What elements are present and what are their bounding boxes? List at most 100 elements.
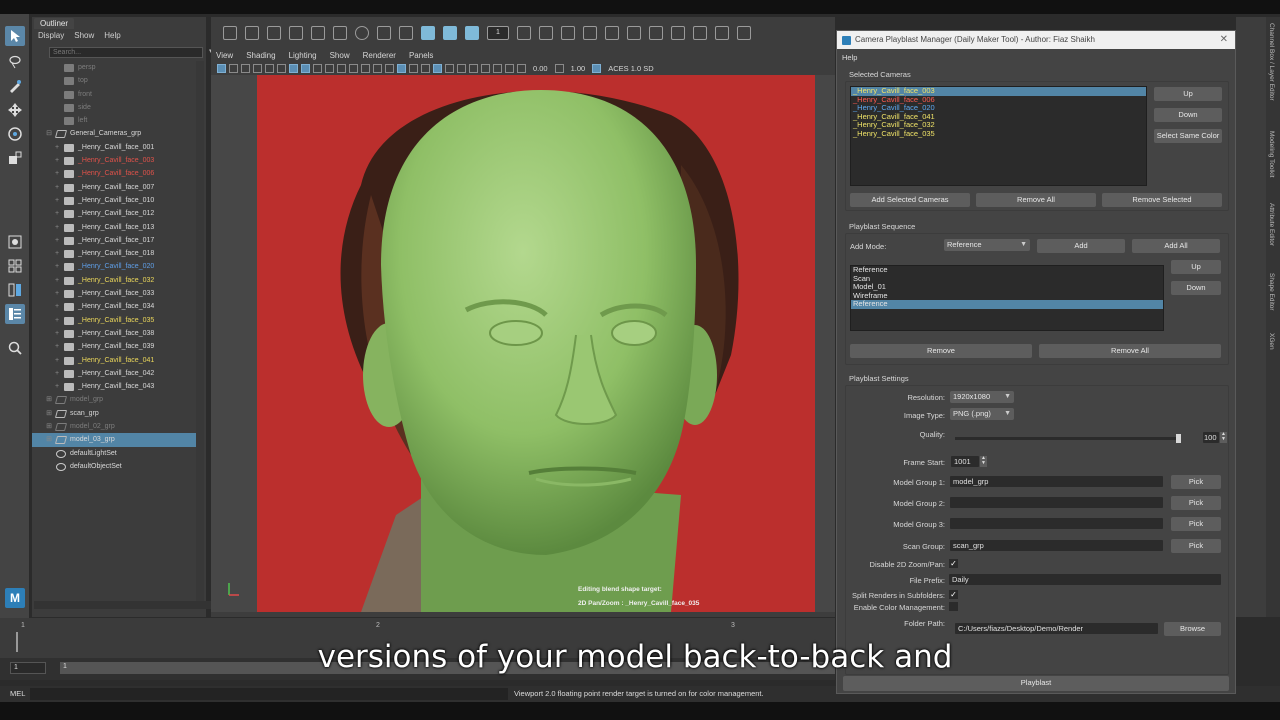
outliner-item[interactable]: + _Henry_Cavill_face_042 [32, 367, 196, 380]
antialias-icon[interactable] [457, 64, 466, 73]
key-right-icon[interactable] [737, 26, 751, 40]
scissors-icon[interactable] [517, 26, 531, 40]
prev-key-icon[interactable] [671, 26, 685, 40]
add-button[interactable]: Add [1037, 239, 1125, 253]
single-view-icon[interactable] [5, 232, 25, 252]
sequence-remove-button[interactable]: Remove [850, 344, 1032, 358]
2d-pan-icon[interactable] [265, 64, 274, 73]
outliner-item[interactable]: + _Henry_Cavill_face_034 [32, 300, 196, 313]
menu-panels[interactable]: Panels [409, 51, 433, 60]
outliner-item[interactable]: ⊞ scan_grp [32, 407, 196, 420]
camera-down-button[interactable]: Down [1154, 108, 1222, 122]
dialog-titlebar[interactable]: Camera Playblast Manager (Daily Maker To… [837, 31, 1235, 49]
frame-start-spinner[interactable]: ▲ ▼ [980, 456, 987, 467]
expand-icon[interactable]: + [53, 234, 61, 247]
outliner-item[interactable]: + _Henry_Cavill_face_033 [32, 287, 196, 300]
camera-attr-icon[interactable] [229, 64, 238, 73]
expand-icon[interactable]: + [53, 274, 61, 287]
search-input[interactable]: Search... [49, 47, 203, 58]
lights-icon[interactable] [421, 64, 430, 73]
ghost-icon[interactable] [443, 26, 457, 40]
exposure-value[interactable]: 0.00 [533, 64, 548, 73]
command-input[interactable] [30, 688, 508, 700]
split-renders-checkbox[interactable]: ✓ [949, 590, 958, 599]
key-left-icon[interactable] [715, 26, 729, 40]
expand-icon[interactable]: + [53, 154, 61, 167]
outliner-item[interactable]: front [32, 88, 196, 101]
polygon-icon[interactable] [399, 26, 413, 40]
menu-renderer[interactable]: Renderer [363, 51, 396, 60]
select-camera-icon[interactable] [217, 64, 226, 73]
four-view-icon[interactable] [5, 256, 25, 276]
close-icon[interactable]: ✕ [1220, 31, 1228, 49]
outliner-item[interactable]: ⊟ General_Cameras_grp [32, 127, 196, 140]
selected-cameras-list[interactable]: _Henry_Cavill_face_003 _Henry_Cavill_face… [850, 86, 1147, 186]
color-management-checkbox[interactable] [949, 602, 958, 611]
outliner-item[interactable]: ⊞ model_02_grp [32, 420, 196, 433]
expand-icon[interactable]: + [53, 327, 61, 340]
sequence-list-item[interactable]: Reference [851, 300, 1163, 309]
tab-channel-box[interactable]: Channel Box / Layer Editor [1268, 23, 1275, 101]
text-icon[interactable] [289, 26, 303, 40]
paste-icon[interactable] [627, 26, 641, 40]
sequence-list-item[interactable]: Wireframe [851, 291, 1163, 301]
outliner-item[interactable]: + _Henry_Cavill_face_017 [32, 234, 196, 247]
menu-help[interactable]: Help [104, 31, 120, 40]
paint-select-icon[interactable] [5, 76, 25, 96]
sequence-list[interactable]: Reference Scan Model_01 Wireframe Reference [850, 265, 1164, 331]
exposure-icon[interactable] [517, 64, 526, 73]
image-type-dropdown[interactable]: PNG (.png) ▼ [950, 408, 1014, 420]
sequence-list-item[interactable]: Reference [851, 265, 1163, 275]
eraser-icon[interactable] [267, 26, 281, 40]
quality-slider[interactable] [955, 434, 1181, 443]
safe-action-icon[interactable] [349, 64, 358, 73]
bookmark-icon[interactable] [241, 64, 250, 73]
remove-all-cameras-button[interactable]: Remove All [976, 193, 1096, 207]
frame-start-field[interactable]: 1001 [951, 456, 979, 467]
expand-icon[interactable]: + [53, 367, 61, 380]
expand-icon[interactable]: + [53, 314, 61, 327]
remove-selected-button[interactable]: Remove Selected [1102, 193, 1222, 207]
outliner-item[interactable]: ⊞ model_03_grp [32, 433, 196, 447]
outliner-layout-icon[interactable] [5, 304, 25, 324]
expand-icon[interactable]: + [53, 181, 61, 194]
outliner-hscrollbar[interactable] [34, 601, 226, 609]
outliner-item[interactable]: + _Henry_Cavill_face_039 [32, 340, 196, 353]
safe-title-icon[interactable] [361, 64, 370, 73]
playblast-button[interactable]: Playblast [843, 676, 1229, 691]
outliner-item[interactable]: + _Henry_Cavill_face_043 [32, 380, 196, 393]
wireframe-icon[interactable] [373, 64, 382, 73]
rectangle-icon[interactable] [377, 26, 391, 40]
delete-frame-icon[interactable] [583, 26, 597, 40]
outliner-item[interactable]: + _Henry_Cavill_face_010 [32, 194, 196, 207]
gamma-value[interactable]: 1.00 [571, 64, 586, 73]
color-swatch-icon[interactable] [421, 26, 435, 40]
browse-button[interactable]: Browse [1164, 622, 1221, 636]
expand-icon[interactable]: ⊞ [45, 407, 53, 420]
outliner-item[interactable]: + _Henry_Cavill_face_012 [32, 207, 196, 220]
outliner-scrollbar[interactable] [196, 61, 204, 601]
line-icon[interactable] [311, 26, 325, 40]
outliner-item[interactable]: + _Henry_Cavill_face_007 [32, 181, 196, 194]
pick-model-group-1-button[interactable]: Pick [1171, 475, 1221, 489]
resolution-dropdown[interactable]: 1920x1080 ▼ [950, 391, 1014, 403]
color-management-icon[interactable] [592, 64, 602, 73]
sequence-list-item[interactable]: Scan [851, 274, 1163, 284]
select-same-color-button[interactable]: Select Same Color [1154, 129, 1222, 143]
collapse-icon[interactable]: ⊟ [45, 127, 53, 140]
outliner-item[interactable]: persp [32, 61, 196, 74]
grease-pencil-icon[interactable] [277, 64, 286, 73]
sequence-up-button[interactable]: Up [1171, 260, 1221, 274]
file-prefix-field[interactable]: Daily [949, 574, 1221, 585]
quality-spinner[interactable]: ▲ ▼ [1220, 432, 1227, 443]
textured-icon[interactable] [409, 64, 418, 73]
tab-modeling-toolkit[interactable]: Modeling Toolkit [1268, 131, 1275, 178]
outliner-item[interactable]: + _Henry_Cavill_face_038 [32, 327, 196, 340]
field-chart-icon[interactable] [337, 64, 346, 73]
expand-icon[interactable]: + [53, 194, 61, 207]
color-space-value[interactable]: ACES 1.0 SD [608, 64, 653, 73]
image-plane-icon[interactable] [253, 64, 262, 73]
menu-lighting[interactable]: Lighting [289, 51, 317, 60]
expand-icon[interactable]: + [53, 260, 61, 273]
camera-up-button[interactable]: Up [1154, 87, 1222, 101]
